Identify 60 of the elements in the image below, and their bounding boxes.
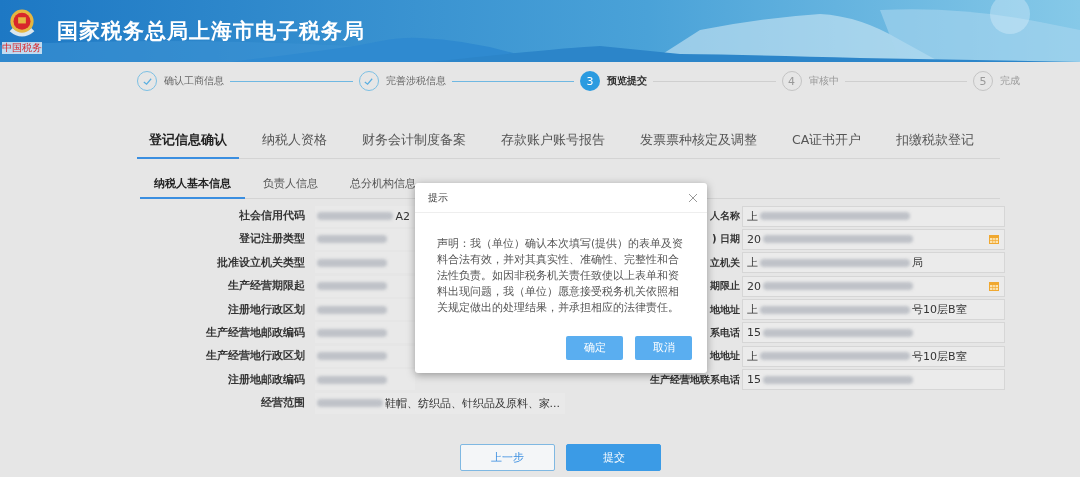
logo-text: 中国税务 — [2, 42, 42, 54]
input-field[interactable]: 上 局 — [742, 252, 1005, 274]
field-value: 上 — [747, 208, 758, 224]
field-label: 社会信用代码 — [239, 209, 305, 221]
field-value: 号10层B室 — [912, 302, 967, 318]
tab[interactable]: 登记信息确认 — [137, 128, 239, 159]
field-label: 人名称 — [710, 210, 740, 221]
tab[interactable]: 财务会计制度备案 — [350, 128, 478, 159]
field-label: 地地址 — [710, 303, 740, 315]
calendar-icon[interactable] — [988, 280, 1000, 293]
site-title: 国家税务总局上海市电子税务局 — [57, 18, 365, 45]
field-value: 上 — [747, 302, 758, 318]
input-field[interactable]: 15 — [742, 369, 1005, 391]
field-value: 20 — [747, 279, 761, 293]
field-label: 登记注册类型 — [239, 232, 305, 245]
field-value: 上 — [747, 348, 758, 364]
step-number: 3 — [580, 71, 600, 91]
field-label: 立机关 — [710, 256, 740, 268]
step-label: 完善涉税信息 — [385, 74, 446, 88]
calendar-icon[interactable] — [988, 233, 1000, 246]
field-value: 鞋帽、纺织品、针织品及原料、家... — [384, 395, 560, 411]
input-field[interactable]: 20 — [742, 228, 1005, 250]
input-field[interactable]: 上 — [742, 205, 1005, 227]
field-label: 期限止 — [710, 280, 740, 292]
field-value: 20 — [747, 232, 761, 246]
dialog-message: 声明：我（单位）确认本次填写(提供）的表单及资料合法有效，并对其真实性、准确性、完整性和合法性负责。如因非税务机关责任致使以上表单和资料出现问题，我（单位）愿意接受税务机关依照相关规定做出的处理结果，并承担相应的法律责任。 — [437, 236, 685, 315]
field-label: 生产经营地邮政编码 — [206, 325, 305, 338]
field-value: 15 — [747, 373, 761, 387]
field-label: 生产经营地行政区划 — [206, 349, 305, 362]
field-value: 局 — [912, 255, 923, 271]
field-label: 注册地行政区划 — [228, 302, 305, 315]
tab[interactable]: 纳税人基本信息 — [140, 172, 245, 199]
step-label: 预览提交 — [607, 74, 647, 88]
tab[interactable]: 负责人信息 — [249, 172, 332, 199]
field-value: A2 — [395, 209, 410, 223]
field-label: ) 日期 — [711, 233, 740, 245]
step-label: 完成 — [1000, 74, 1020, 88]
field-label: 系电话 — [710, 326, 740, 338]
field-label: 生产经营地联系电话 — [650, 373, 740, 385]
tab[interactable]: 发票票种核定及调整 — [628, 128, 769, 159]
tab[interactable]: 扣缴税款登记 — [884, 128, 987, 159]
field-value: 15 — [747, 326, 761, 340]
input-field[interactable]: 15 — [742, 322, 1005, 344]
input-field[interactable]: 20 — [742, 275, 1005, 297]
step-label: 审核中 — [808, 74, 839, 88]
tab[interactable]: 存款账户账号报告 — [489, 128, 617, 159]
close-icon[interactable] — [688, 192, 698, 203]
field-label: 经营范围 — [261, 396, 305, 409]
field-value: 上 — [747, 255, 758, 271]
field-label: 批准设立机关类型 — [217, 255, 305, 268]
field-label: 注册地邮政编码 — [228, 372, 305, 385]
field-label: 地地址 — [710, 350, 740, 362]
step-label: 确认工商信息 — [164, 74, 224, 88]
tab[interactable]: 纳税人资格 — [250, 128, 339, 159]
dialog-title: 提示 — [428, 190, 448, 205]
input-field[interactable]: 上 号10层B室 — [742, 299, 1005, 321]
input-field[interactable]: 上 号10层B室 — [742, 345, 1005, 367]
field-label: 生产经营期限起 — [228, 279, 305, 292]
field-value: 号10层B室 — [912, 348, 967, 364]
tab[interactable]: CA证书开户 — [780, 128, 874, 159]
